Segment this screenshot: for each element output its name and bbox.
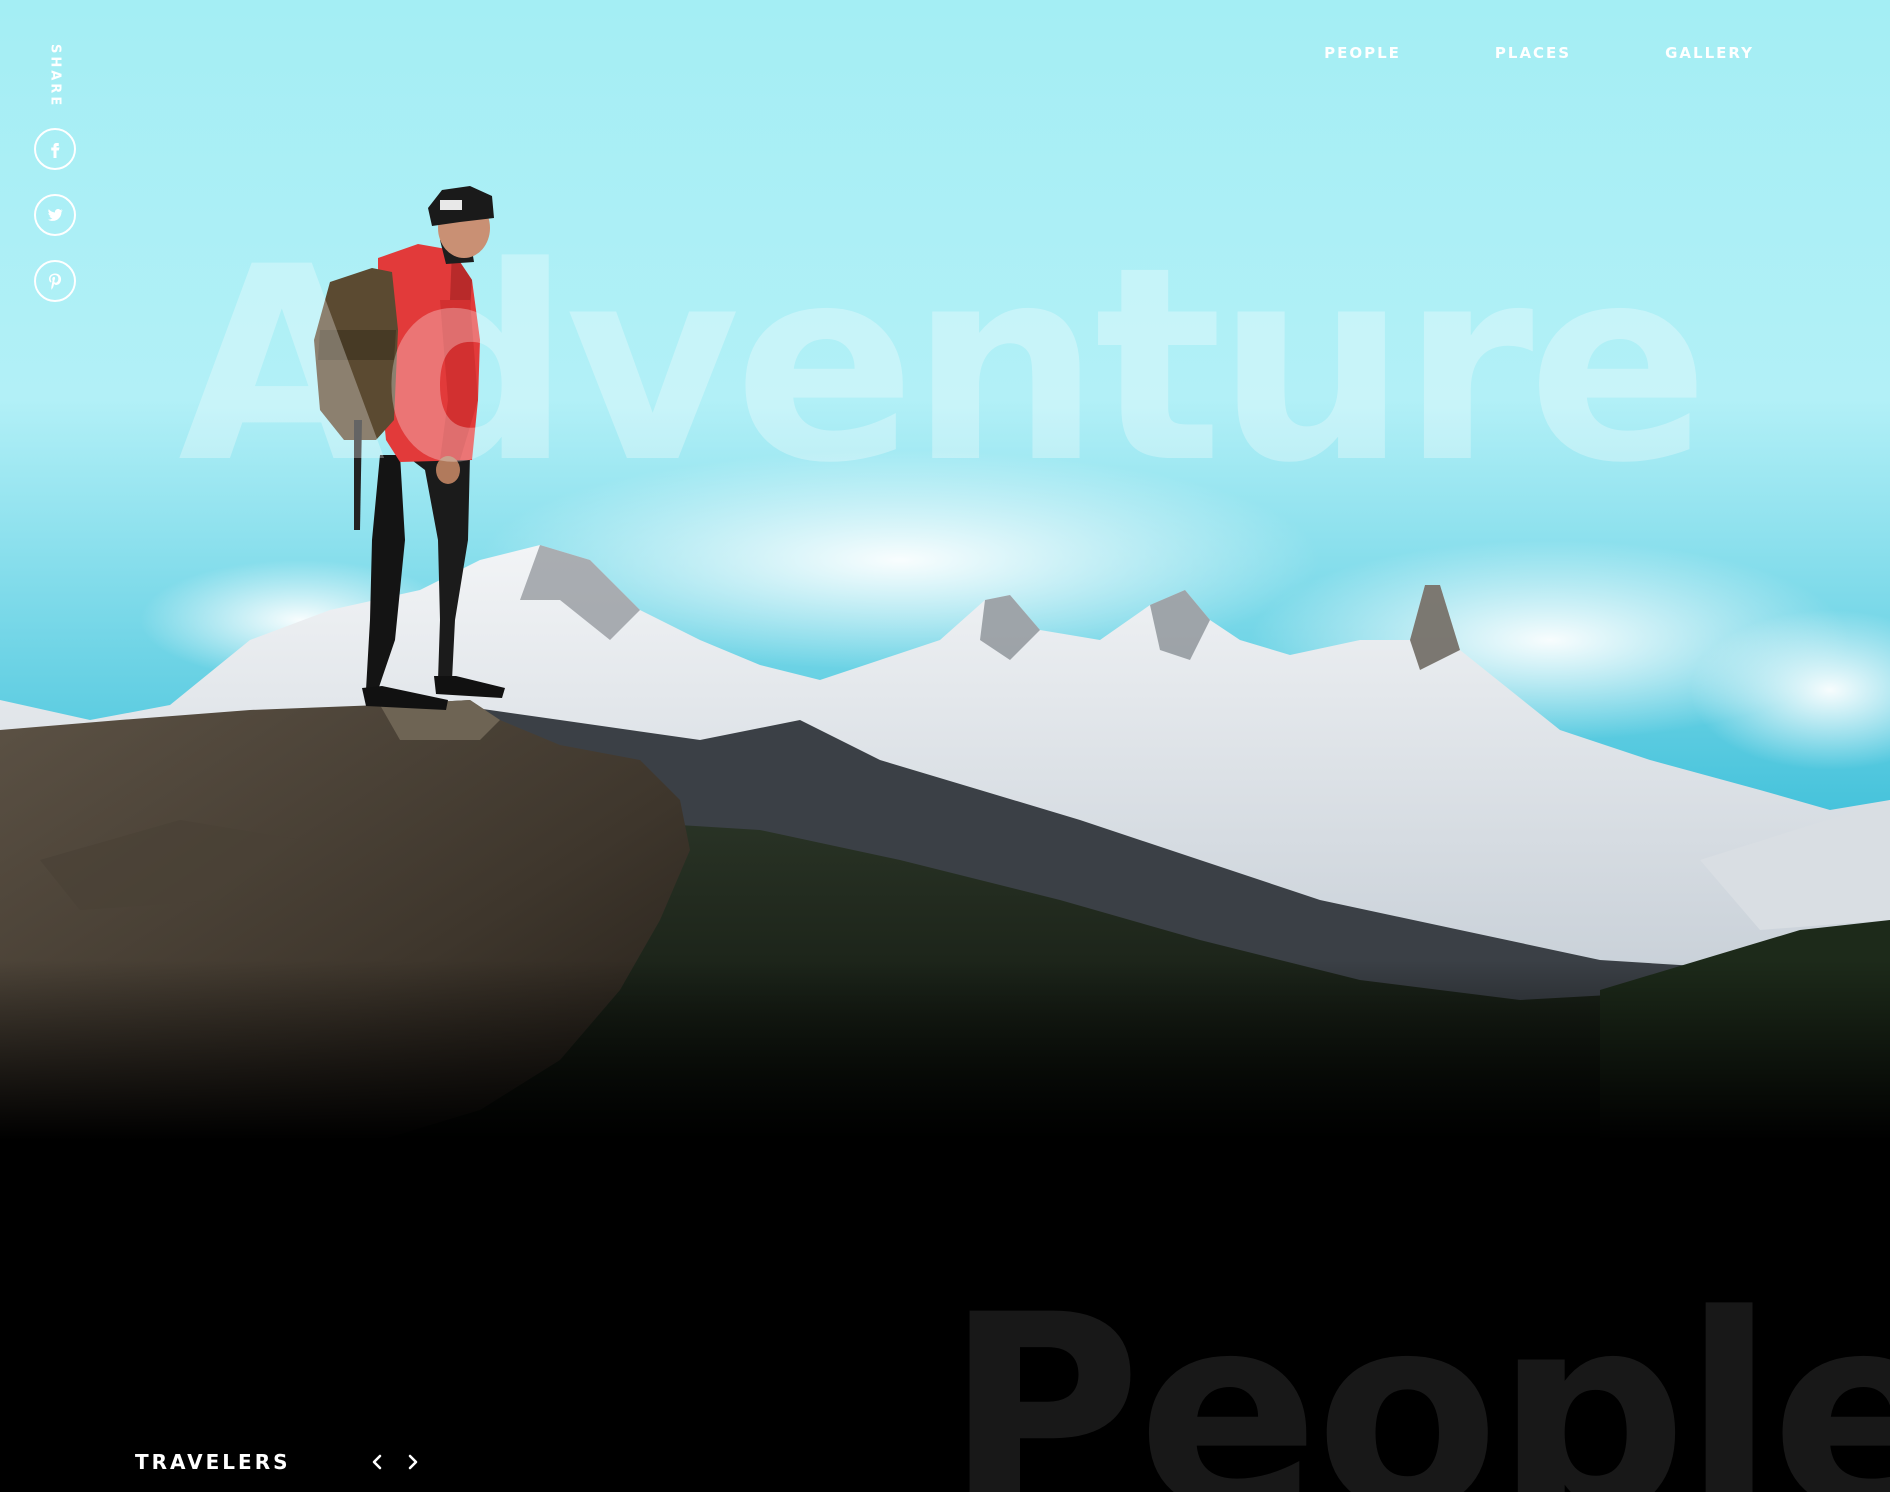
- hero-title: Adventure: [178, 210, 1709, 522]
- pinterest-icon: [49, 273, 62, 290]
- nav-item-people[interactable]: PEOPLE: [1324, 44, 1401, 62]
- prev-button[interactable]: [363, 1448, 391, 1476]
- section-title: People: [945, 1258, 1890, 1492]
- next-button[interactable]: [399, 1448, 427, 1476]
- chevron-left-icon: [372, 1454, 381, 1470]
- travelers-bar: TRAVELERS: [135, 1448, 435, 1476]
- share-facebook-button[interactable]: [34, 128, 76, 170]
- mountain-landscape-illustration: [0, 0, 1890, 1140]
- landing-page: Adventure SHARE PEOPLE PLACES GALLERY Pe…: [0, 0, 1890, 1492]
- travelers-label: TRAVELERS: [135, 1450, 291, 1474]
- share-pinterest-button[interactable]: [34, 260, 76, 302]
- main-nav: PEOPLE PLACES GALLERY: [1324, 44, 1754, 62]
- share-twitter-button[interactable]: [34, 194, 76, 236]
- chevron-right-icon: [408, 1454, 417, 1470]
- nav-item-gallery[interactable]: GALLERY: [1665, 44, 1754, 62]
- hero-image: Adventure: [0, 0, 1890, 1140]
- share-label: SHARE: [47, 44, 63, 109]
- facebook-icon: [51, 143, 60, 158]
- share-bar: SHARE: [32, 44, 78, 326]
- twitter-icon: [47, 209, 63, 221]
- nav-item-places[interactable]: PLACES: [1495, 44, 1571, 62]
